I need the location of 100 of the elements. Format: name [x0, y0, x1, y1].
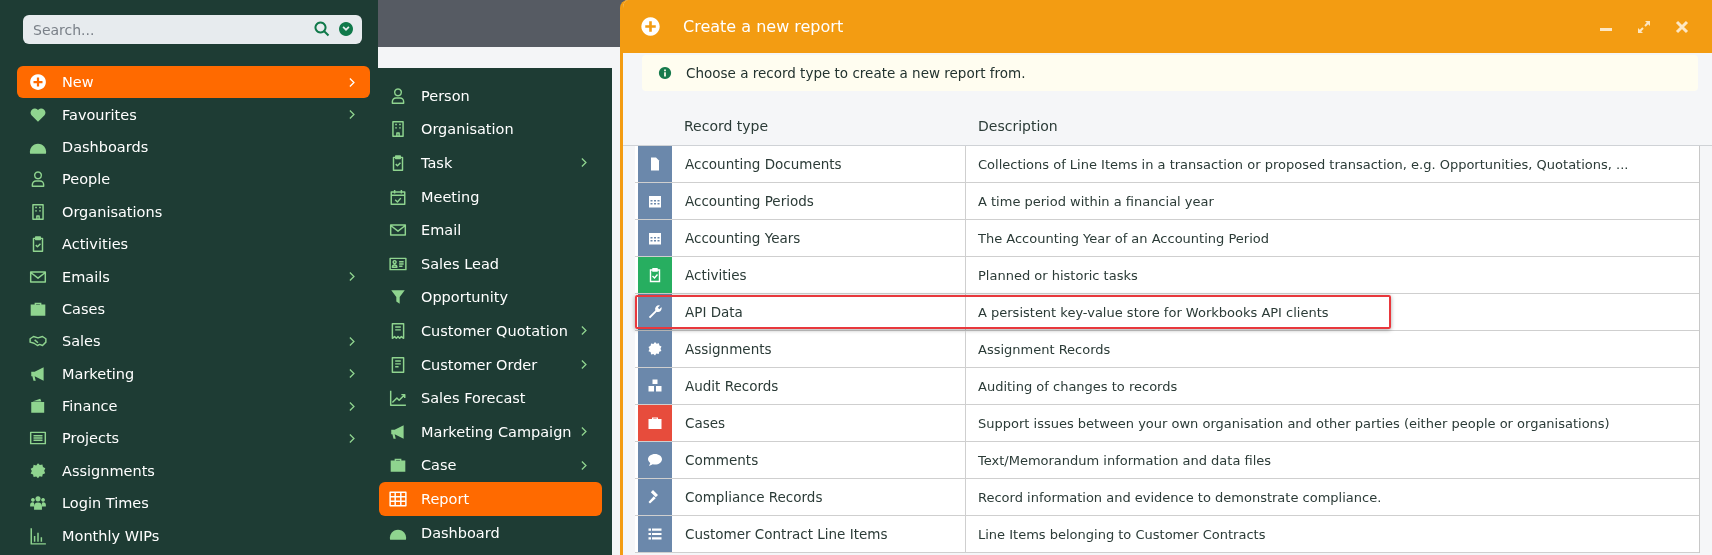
table-cell-text: Auditing of changes to records	[977, 378, 1178, 394]
menu-label: Assignments	[62, 462, 156, 479]
menu-item[interactable]: People	[17, 163, 370, 196]
person-icon	[389, 86, 407, 105]
menu-label: Opportunity	[421, 289, 509, 306]
table-row[interactable]: Accounting Periods A time period within a financial year	[635, 183, 1699, 220]
people-icon	[29, 494, 47, 513]
table-cell: Accounting Years	[672, 220, 966, 256]
calendar-grid-icon	[647, 230, 663, 246]
menu-label: Organisations	[62, 203, 164, 220]
submenu-item[interactable]: Task	[379, 146, 602, 180]
table-row[interactable]: Accounting Years The Accounting Year of an Accounting Period	[635, 220, 1699, 257]
menu-label: People	[62, 171, 112, 188]
receipt-icon	[389, 321, 407, 340]
submenu-item[interactable]: Meeting	[379, 179, 602, 214]
table-cell-text: Planned or historic tasks	[977, 267, 1138, 283]
menu-item[interactable]: Finance	[17, 389, 370, 423]
submenu-item[interactable]: Dashboard	[379, 515, 602, 550]
search-field[interactable]: Search...	[23, 15, 362, 44]
clipboard-solid-icon	[647, 267, 663, 283]
menu-item[interactable]: Dashboards	[17, 130, 370, 164]
menu-label: Person	[421, 87, 471, 104]
submenu-item[interactable]: Sales Lead	[379, 246, 602, 281]
menu-item[interactable]: Sales	[17, 325, 370, 358]
menu-label: Meeting	[421, 188, 481, 205]
seal-icon	[29, 461, 47, 480]
document-icon	[389, 355, 407, 374]
menu-label: Dashboard	[421, 524, 501, 541]
line-chart-icon	[389, 389, 407, 408]
menu-label: Customer Order	[421, 356, 539, 373]
menu-label: Marketing	[62, 365, 136, 382]
menu-label: Favourites	[62, 106, 138, 123]
seal-icon	[647, 341, 663, 357]
table-cell: Accounting Periods	[672, 183, 966, 219]
menu-label: Emails	[62, 268, 111, 285]
submenu-item[interactable]: Customer Order	[379, 347, 602, 382]
menu-item[interactable]: Emails	[17, 260, 370, 293]
calendar-icon	[389, 187, 407, 206]
submenu-item[interactable]: Sales Forecast	[379, 381, 602, 415]
menu-label: Activities	[62, 236, 130, 253]
table-row[interactable]: Audit Records Auditing of changes to records	[635, 368, 1699, 405]
table-row[interactable]: Customer Contract Line Items Line Items belonging to Customer Contracts	[635, 516, 1699, 553]
table-cell-text: Collections of Line Items in a transaction or proposed transaction, e.g. Opportunities, Quotations, ...	[977, 156, 1629, 172]
menu-label: Sales	[62, 333, 102, 350]
menu-item[interactable]: Activities	[17, 227, 370, 261]
column-header: Record type	[684, 118, 770, 134]
table-row[interactable]: Comments Text/Memorandum information and data files	[635, 442, 1699, 479]
wallet-icon	[29, 397, 47, 416]
menu-item[interactable]: Monthly WIPs	[17, 519, 370, 552]
menu-item[interactable]: Marketing	[17, 357, 370, 390]
calendar-grid-icon	[647, 193, 663, 209]
table-row[interactable]: Activities Planned or historic tasks	[635, 257, 1699, 294]
menu-item[interactable]: Login Times	[17, 487, 370, 520]
search-icon[interactable]	[314, 21, 330, 37]
submenu-item[interactable]: Organisation	[379, 112, 602, 147]
table-cell: Comments	[672, 442, 966, 478]
table-row[interactable]: API Data A persistent key-value store for Workbooks API clients	[635, 294, 1699, 331]
briefcase-icon	[389, 456, 407, 475]
submenu-item[interactable]: Marketing Campaign	[379, 414, 602, 449]
menu-label: Projects	[62, 430, 121, 447]
submenu-item[interactable]: Customer Quotation	[379, 314, 602, 348]
menu-label: Customer Quotation	[421, 322, 569, 339]
expand-icon[interactable]	[1636, 18, 1652, 35]
table-cell: Assignments	[672, 331, 966, 367]
cubes-icon	[647, 378, 663, 394]
menu-item[interactable]: Favourites	[17, 98, 370, 131]
table-row[interactable]: Accounting Documents Collections of Line Items in a transaction or proposed transaction, e.g. Opportunities, Quotations, ...	[635, 146, 1699, 183]
table-cell-text: A persistent key-value store for Workbooks API clients	[977, 304, 1329, 320]
menu-item[interactable]: Cases	[17, 292, 370, 326]
submenu-item[interactable]: Opportunity	[379, 280, 602, 315]
table-cell: Audit Records	[672, 368, 966, 404]
table-row[interactable]: Cases Support issues between your own organisation and other parties (either people or organisations)	[635, 405, 1699, 442]
menu-label: Sales Forecast	[421, 390, 527, 407]
menu-label: Sales Lead	[421, 255, 501, 272]
table-row[interactable]: Assignments Assignment Records	[635, 331, 1699, 368]
submenu-item[interactable]: Case	[379, 448, 602, 483]
menu-item[interactable]: Assignments	[17, 454, 370, 488]
briefcase-icon	[647, 415, 663, 431]
table-cell-text: A time period within a financial year	[977, 193, 1214, 209]
menu-label: Task	[421, 155, 454, 171]
submenu-item[interactable]: Email	[379, 213, 602, 247]
table-icon	[389, 489, 407, 508]
table-cell-text: Assignment Records	[977, 341, 1111, 357]
submenu-item[interactable]: Person	[379, 79, 602, 113]
table-cell: Compliance Records	[672, 479, 966, 515]
menu-label: Dashboards	[62, 138, 150, 155]
table-row[interactable]: Compliance Records Record information and evidence to demonstrate compliance.	[635, 479, 1699, 516]
table-cell-text: The Accounting Year of an Accounting Period	[977, 230, 1269, 246]
heart-icon	[29, 105, 47, 124]
menu-label: Marketing Campaign	[421, 423, 573, 440]
bar-chart-icon	[29, 526, 47, 545]
table-cell: API Data	[672, 294, 966, 330]
menu-item[interactable]: Projects	[17, 422, 370, 455]
close-icon[interactable]	[1674, 18, 1690, 35]
menu-item[interactable]: Organisations	[17, 195, 370, 228]
table-cell-text: Support issues between your own organisation and other parties (either people or organisations)	[977, 415, 1610, 431]
table-cell-text: Line Items belonging to Customer Contracts	[977, 526, 1266, 542]
menu-label: Organisation	[421, 121, 515, 138]
table-cell-text: Text/Memorandum information and data files	[977, 452, 1272, 468]
megaphone-icon	[389, 422, 407, 441]
